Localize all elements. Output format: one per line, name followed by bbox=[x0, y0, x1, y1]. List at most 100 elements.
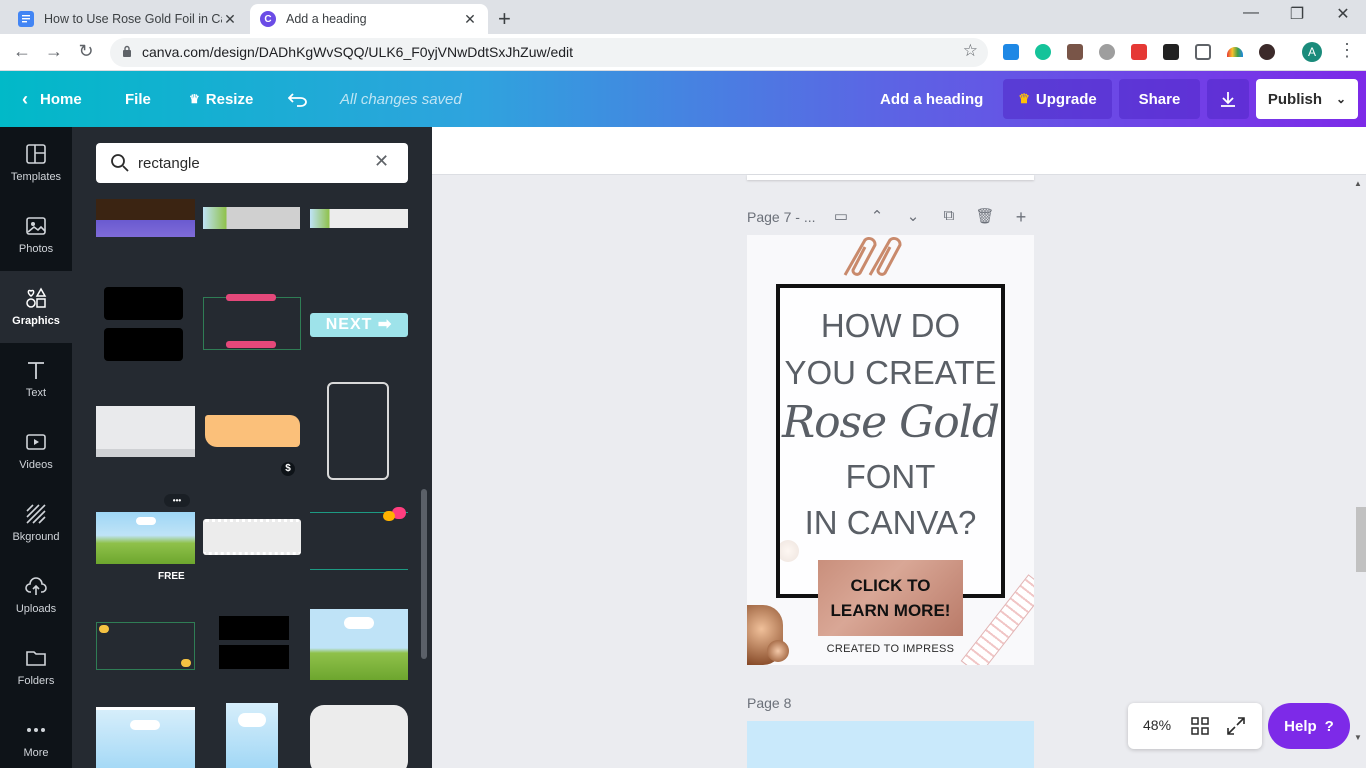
more-icon bbox=[27, 728, 45, 732]
share-button[interactable]: Share bbox=[1119, 79, 1200, 119]
sidebar-item-folders[interactable]: Folders bbox=[0, 631, 72, 703]
graphic-thumbnail[interactable] bbox=[96, 512, 195, 564]
graphic-thumbnail[interactable] bbox=[203, 519, 301, 555]
minimize-icon[interactable]: — bbox=[1236, 4, 1266, 22]
chevron-down-icon[interactable]: ⌄ bbox=[903, 207, 923, 227]
duplicate-page-icon[interactable]: ⧉ bbox=[939, 207, 959, 227]
graphic-thumbnail[interactable] bbox=[96, 406, 195, 457]
url-text: canva.com/design/DADhKgWvSQQ/ULK6_F0yjVN… bbox=[142, 44, 574, 60]
design-heading-line[interactable]: YOU CREATE bbox=[747, 354, 1034, 392]
graphic-thumbnail[interactable] bbox=[205, 415, 300, 447]
scroll-up-icon[interactable]: ▲ bbox=[1354, 179, 1362, 188]
design-title[interactable]: Add a heading bbox=[880, 71, 983, 127]
chevron-left-icon: ‹ bbox=[22, 88, 28, 109]
upgrade-button[interactable]: ♛ Upgrade bbox=[1003, 79, 1112, 119]
home-button[interactable]: ‹ Home bbox=[22, 71, 82, 127]
sidebar-item-uploads[interactable]: Uploads bbox=[0, 559, 72, 631]
add-note-icon[interactable]: ▭ bbox=[831, 207, 851, 227]
graphic-thumbnail[interactable] bbox=[203, 294, 301, 350]
graphic-thumbnail[interactable] bbox=[219, 616, 289, 669]
extension-icon[interactable] bbox=[1099, 44, 1115, 60]
extension-icon[interactable] bbox=[1003, 44, 1019, 60]
browser-tab-strip: How to Use Rose Gold Foil in Can ✕ C Add… bbox=[0, 0, 1366, 34]
add-page-icon[interactable]: + bbox=[1011, 207, 1031, 227]
new-tab-button[interactable]: + bbox=[498, 6, 511, 32]
cta-box[interactable]: CLICK TO LEARN MORE! bbox=[818, 560, 963, 636]
free-badge: FREE bbox=[158, 571, 185, 582]
design-heading-line[interactable]: HOW DO bbox=[747, 307, 1034, 345]
home-label: Home bbox=[40, 90, 82, 108]
graphic-thumbnail[interactable] bbox=[310, 705, 408, 768]
more-options-icon[interactable]: ••• bbox=[164, 494, 190, 507]
search-box[interactable]: ✕ bbox=[96, 143, 408, 183]
sidebar-item-label: Uploads bbox=[15, 603, 57, 615]
bookmark-star-icon[interactable]: ☆ bbox=[963, 41, 978, 61]
graphic-thumbnail[interactable] bbox=[226, 703, 278, 768]
close-tab-icon[interactable]: ✕ bbox=[222, 11, 238, 28]
back-icon[interactable]: ← bbox=[11, 41, 33, 62]
sidebar-item-photos[interactable]: Photos bbox=[0, 199, 72, 271]
extension-icon[interactable] bbox=[1163, 44, 1179, 60]
download-button[interactable] bbox=[1207, 79, 1249, 119]
extension-icon[interactable] bbox=[1131, 44, 1147, 60]
file-menu[interactable]: File bbox=[125, 71, 151, 127]
forward-icon[interactable]: → bbox=[43, 41, 65, 62]
chevron-up-icon[interactable]: ⌃ bbox=[867, 207, 887, 227]
profile-avatar[interactable]: A bbox=[1302, 42, 1322, 62]
restore-icon[interactable]: ❐ bbox=[1282, 4, 1312, 24]
delete-page-icon[interactable]: 🗑 bbox=[975, 207, 995, 227]
sidebar-item-templates[interactable]: Templates bbox=[0, 127, 72, 199]
grid-view-icon[interactable] bbox=[1191, 717, 1209, 735]
sidebar-item-label: Folders bbox=[17, 675, 55, 687]
canvas-scrollbar[interactable] bbox=[1356, 507, 1366, 572]
sidebar-item-more[interactable]: More bbox=[0, 703, 72, 775]
address-bar[interactable]: canva.com/design/DADhKgWvSQQ/ULK6_F0yjVN… bbox=[110, 38, 988, 67]
fullscreen-icon[interactable] bbox=[1227, 717, 1245, 735]
extension-icon[interactable] bbox=[1259, 44, 1275, 60]
graphic-thumbnail[interactable] bbox=[310, 209, 408, 228]
extension-icon[interactable] bbox=[1227, 47, 1243, 57]
graphics-icon bbox=[26, 287, 47, 308]
clear-search-icon[interactable]: ✕ bbox=[374, 151, 389, 172]
graphic-thumbnail[interactable]: NEXT ➡ bbox=[310, 313, 408, 337]
browser-tab[interactable]: How to Use Rose Gold Foil in Can ✕ bbox=[8, 4, 248, 34]
graphic-thumbnail[interactable] bbox=[310, 609, 408, 680]
design-heading-line[interactable]: FONT bbox=[747, 458, 1034, 496]
close-tab-icon[interactable]: ✕ bbox=[462, 11, 478, 28]
sidebar-item-text[interactable]: Text bbox=[0, 343, 72, 415]
sidebar-item-label: Graphics bbox=[12, 315, 60, 327]
graphic-thumbnail[interactable] bbox=[96, 707, 195, 768]
design-script-text[interactable]: Rose Gold bbox=[747, 397, 1034, 448]
scroll-down-icon[interactable]: ▼ bbox=[1354, 733, 1362, 742]
graphic-thumbnail[interactable] bbox=[203, 207, 300, 229]
graphic-thumbnail[interactable] bbox=[104, 287, 183, 361]
graphic-thumbnail[interactable] bbox=[327, 382, 389, 480]
zoom-level[interactable]: 48% bbox=[1143, 717, 1171, 733]
reload-icon[interactable]: ↻ bbox=[75, 41, 97, 62]
browser-tab-active[interactable]: C Add a heading ✕ bbox=[250, 4, 488, 34]
extension-icon[interactable] bbox=[1067, 44, 1083, 60]
publish-button[interactable]: Publish ⌄ bbox=[1256, 79, 1358, 119]
design-page[interactable]: HOW DO YOU CREATE Rose Gold FONT IN CANV… bbox=[747, 235, 1034, 665]
design-footer-text[interactable]: CREATED TO IMPRESS bbox=[747, 643, 1034, 655]
sidebar-item-graphics[interactable]: Graphics bbox=[0, 271, 72, 343]
design-heading-line[interactable]: IN CANVA? bbox=[747, 504, 1034, 542]
resize-button[interactable]: ♛ Resize bbox=[189, 71, 253, 127]
sidebar-item-videos[interactable]: Videos bbox=[0, 415, 72, 487]
graphic-thumbnail[interactable] bbox=[310, 507, 408, 570]
window-close-icon[interactable]: ✕ bbox=[1328, 4, 1358, 24]
videos-icon bbox=[26, 434, 46, 450]
grammarly-icon[interactable] bbox=[1035, 44, 1051, 60]
graphic-thumbnail[interactable] bbox=[96, 622, 195, 670]
canva-icon: C bbox=[260, 11, 276, 27]
canvas-toolbar bbox=[432, 127, 1366, 175]
graphic-thumbnail[interactable] bbox=[96, 199, 195, 237]
design-page[interactable] bbox=[747, 721, 1034, 768]
panel-scrollbar[interactable] bbox=[421, 489, 427, 659]
undo-icon[interactable] bbox=[288, 71, 308, 127]
sidebar-item-background[interactable]: Bkground bbox=[0, 487, 72, 559]
pocket-icon[interactable] bbox=[1195, 44, 1211, 60]
search-input[interactable] bbox=[138, 151, 358, 175]
help-button[interactable]: Help ? bbox=[1268, 703, 1350, 749]
chrome-menu-icon[interactable]: ⋮ bbox=[1338, 40, 1356, 61]
